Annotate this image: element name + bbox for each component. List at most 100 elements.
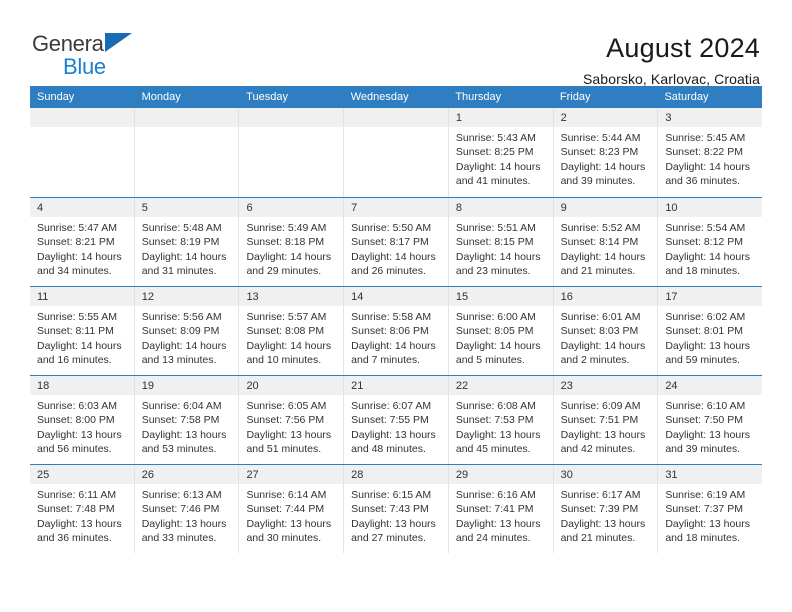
day-cell[interactable]: 11 Sunrise: 5:55 AM Sunset: 8:11 PM Dayligh… <box>30 287 134 375</box>
title-block: August 2024 Saborsko, Karlovac, Croatia <box>583 30 760 89</box>
day-details: Sunrise: 6:11 AM Sunset: 7:48 PM Daylight:… <box>30 484 134 546</box>
sunrise-text: Sunrise: 6:16 AM <box>455 489 536 501</box>
day-cell[interactable]: 10 Sunrise: 5:54 AM Sunset: 8:12 PM Dayligh… <box>657 198 763 286</box>
daylight-text-line1: Daylight: 13 hours <box>246 428 332 441</box>
day-details: Sunrise: 5:50 AM Sunset: 8:17 PM Daylight:… <box>344 217 448 279</box>
day-number-band: 12 <box>134 287 239 306</box>
daylight-text-line2: and 36 minutes. <box>37 532 112 545</box>
daylight-text-line2: and 39 minutes. <box>665 443 741 456</box>
daylight-text-line2: and 45 minutes. <box>455 443 531 456</box>
day-number: 9 <box>560 202 567 214</box>
daylight-text-line1: Daylight: 13 hours <box>141 428 227 441</box>
daylight-text-line1: Daylight: 14 hours <box>141 250 227 263</box>
daylight-text-line1: Daylight: 14 hours <box>246 250 332 263</box>
day-cell[interactable]: 16 Sunrise: 6:01 AM Sunset: 8:03 PM Dayligh… <box>552 287 658 375</box>
daylight-text-line2: and 18 minutes. <box>665 532 741 545</box>
weekday-header-row: Sunday Monday Tuesday Wednesday Thursday Frid… <box>30 86 762 108</box>
day-cell[interactable]: 29 Sunrise: 6:16 AM Sunset: 7:41 PM Dayligh… <box>447 465 553 553</box>
day-cell[interactable]: 4 Sunrise: 5:47 AM Sunset: 8:21 PM Daylight… <box>30 198 134 286</box>
day-number-band: 25 <box>30 465 134 484</box>
sunrise-text: Sunrise: 6:08 AM <box>455 400 536 412</box>
day-number: 7 <box>351 202 358 214</box>
daylight-text-line1: Daylight: 13 hours <box>351 428 436 441</box>
day-number-band: 8 <box>448 198 553 217</box>
weekday-header-tuesday: Tuesday <box>246 91 288 103</box>
sunrise-text: Sunrise: 6:01 AM <box>560 311 641 323</box>
day-cell[interactable]: 14 Sunrise: 5:58 AM Sunset: 8:06 PM Dayligh… <box>343 287 448 375</box>
daylight-text-line2: and 48 minutes. <box>351 443 426 456</box>
general-blue-logo: General Blue <box>32 30 138 78</box>
day-cell[interactable]: 21 Sunrise: 6:07 AM Sunset: 7:55 PM Dayligh… <box>343 376 448 464</box>
day-number-band: 22 <box>448 376 553 395</box>
calendar-page: General Blue August 2024 Saborsko, Karlo… <box>0 0 792 612</box>
sunset-text: Sunset: 7:46 PM <box>141 503 220 516</box>
day-cell[interactable]: 17 Sunrise: 6:02 AM Sunset: 8:01 PM Dayligh… <box>657 287 763 375</box>
calendar-week-row: 25 Sunrise: 6:11 AM Sunset: 7:48 PM Dayligh… <box>30 464 763 553</box>
day-number-band: 26 <box>134 465 239 484</box>
day-details: Sunrise: 5:47 AM Sunset: 8:21 PM Daylight:… <box>30 217 134 279</box>
day-cell[interactable]: 5 Sunrise: 5:48 AM Sunset: 8:19 PM Daylight… <box>133 198 239 286</box>
day-number: 31 <box>665 469 678 481</box>
daylight-text-line1: Daylight: 14 hours <box>351 250 436 263</box>
daylight-text-line2: and 51 minutes. <box>246 443 322 456</box>
day-details: Sunrise: 5:55 AM Sunset: 8:11 PM Daylight:… <box>30 306 134 368</box>
day-cell[interactable]: 24 Sunrise: 6:10 AM Sunset: 7:50 PM Dayligh… <box>657 376 763 464</box>
day-details: Sunrise: 6:10 AM Sunset: 7:50 PM Daylight:… <box>658 395 762 457</box>
day-number: 2 <box>560 112 567 124</box>
day-cell[interactable]: 2 Sunrise: 5:44 AM Sunset: 8:23 PM Daylight… <box>552 108 658 197</box>
day-number: 30 <box>560 469 573 481</box>
day-cell[interactable]: 22 Sunrise: 6:08 AM Sunset: 7:53 PM Dayligh… <box>447 376 553 464</box>
daylight-text-line2: and 33 minutes. <box>141 532 217 545</box>
day-cell[interactable]: 6 Sunrise: 5:49 AM Sunset: 8:18 PM Daylight… <box>238 198 344 286</box>
day-number: 1 <box>455 112 462 124</box>
day-cell[interactable]: 25 Sunrise: 6:11 AM Sunset: 7:48 PM Dayligh… <box>30 465 134 553</box>
daylight-text-line1: Daylight: 14 hours <box>246 339 332 352</box>
sunset-text: Sunset: 8:21 PM <box>37 236 115 249</box>
daylight-text-line2: and 36 minutes. <box>665 175 741 188</box>
sunset-text: Sunset: 7:39 PM <box>560 503 639 516</box>
day-details: Sunrise: 6:17 AM Sunset: 7:39 PM Daylight:… <box>554 484 658 546</box>
logo-text-blue: Blue <box>63 54 106 79</box>
day-number-band <box>239 108 344 127</box>
sunset-text: Sunset: 7:50 PM <box>665 414 743 427</box>
day-cell[interactable]: 13 Sunrise: 5:57 AM Sunset: 8:08 PM Dayligh… <box>238 287 344 375</box>
day-cell[interactable]: 3 Sunrise: 5:45 AM Sunset: 8:22 PM Daylight… <box>657 108 763 197</box>
daylight-text-line2: and 18 minutes. <box>665 265 741 278</box>
sunset-text: Sunset: 7:44 PM <box>246 503 325 516</box>
day-cell[interactable]: 28 Sunrise: 6:15 AM Sunset: 7:43 PM Dayligh… <box>343 465 448 553</box>
daylight-text-line2: and 16 minutes. <box>37 354 112 367</box>
day-cell[interactable]: 31 Sunrise: 6:19 AM Sunset: 7:37 PM Dayligh… <box>657 465 763 553</box>
day-number: 24 <box>665 380 678 392</box>
day-cell-empty <box>343 108 448 197</box>
day-cell[interactable]: 1 Sunrise: 5:43 AM Sunset: 8:25 PM Daylight… <box>447 108 553 197</box>
day-cell[interactable]: 12 Sunrise: 5:56 AM Sunset: 8:09 PM Dayligh… <box>133 287 239 375</box>
sunrise-text: Sunrise: 5:58 AM <box>351 311 432 323</box>
day-cell[interactable]: 26 Sunrise: 6:13 AM Sunset: 7:46 PM Dayligh… <box>133 465 239 553</box>
day-number: 11 <box>37 291 49 303</box>
day-cell[interactable]: 18 Sunrise: 6:03 AM Sunset: 8:00 PM Dayligh… <box>30 376 134 464</box>
daylight-text-line1: Daylight: 14 hours <box>455 250 541 263</box>
day-number: 5 <box>141 202 148 214</box>
day-number-band: 17 <box>658 287 763 306</box>
calendar-grid: Sunday Monday Tuesday Wednesday Thursday Frid… <box>30 86 763 553</box>
day-details: Sunrise: 6:01 AM Sunset: 8:03 PM Daylight:… <box>554 306 658 368</box>
day-cell[interactable]: 20 Sunrise: 6:05 AM Sunset: 7:56 PM Dayligh… <box>238 376 344 464</box>
day-cell[interactable]: 15 Sunrise: 6:00 AM Sunset: 8:05 PM Dayligh… <box>447 287 553 375</box>
day-details: Sunrise: 6:04 AM Sunset: 7:58 PM Daylight:… <box>135 395 239 457</box>
sunset-text: Sunset: 8:14 PM <box>560 236 639 249</box>
day-number: 3 <box>665 112 672 124</box>
weekday-header-saturday: Saturday <box>664 91 709 103</box>
day-cell[interactable]: 8 Sunrise: 5:51 AM Sunset: 8:15 PM Daylight… <box>447 198 553 286</box>
day-cell[interactable]: 9 Sunrise: 5:52 AM Sunset: 8:14 PM Daylight… <box>552 198 658 286</box>
day-cell[interactable]: 30 Sunrise: 6:17 AM Sunset: 7:39 PM Dayligh… <box>552 465 658 553</box>
day-number-band: 30 <box>553 465 658 484</box>
day-cell[interactable]: 7 Sunrise: 5:50 AM Sunset: 8:17 PM Daylight… <box>343 198 448 286</box>
day-cell[interactable]: 27 Sunrise: 6:14 AM Sunset: 7:44 PM Dayligh… <box>238 465 344 553</box>
day-number-band: 14 <box>344 287 448 306</box>
page-title: August 2024 <box>606 33 760 63</box>
sunrise-text: Sunrise: 5:44 AM <box>560 132 641 144</box>
sunrise-text: Sunrise: 6:00 AM <box>455 311 536 323</box>
day-details: Sunrise: 5:49 AM Sunset: 8:18 PM Daylight:… <box>239 217 343 279</box>
day-cell[interactable]: 19 Sunrise: 6:04 AM Sunset: 7:58 PM Dayligh… <box>133 376 239 464</box>
day-cell[interactable]: 23 Sunrise: 6:09 AM Sunset: 7:51 PM Dayligh… <box>552 376 658 464</box>
